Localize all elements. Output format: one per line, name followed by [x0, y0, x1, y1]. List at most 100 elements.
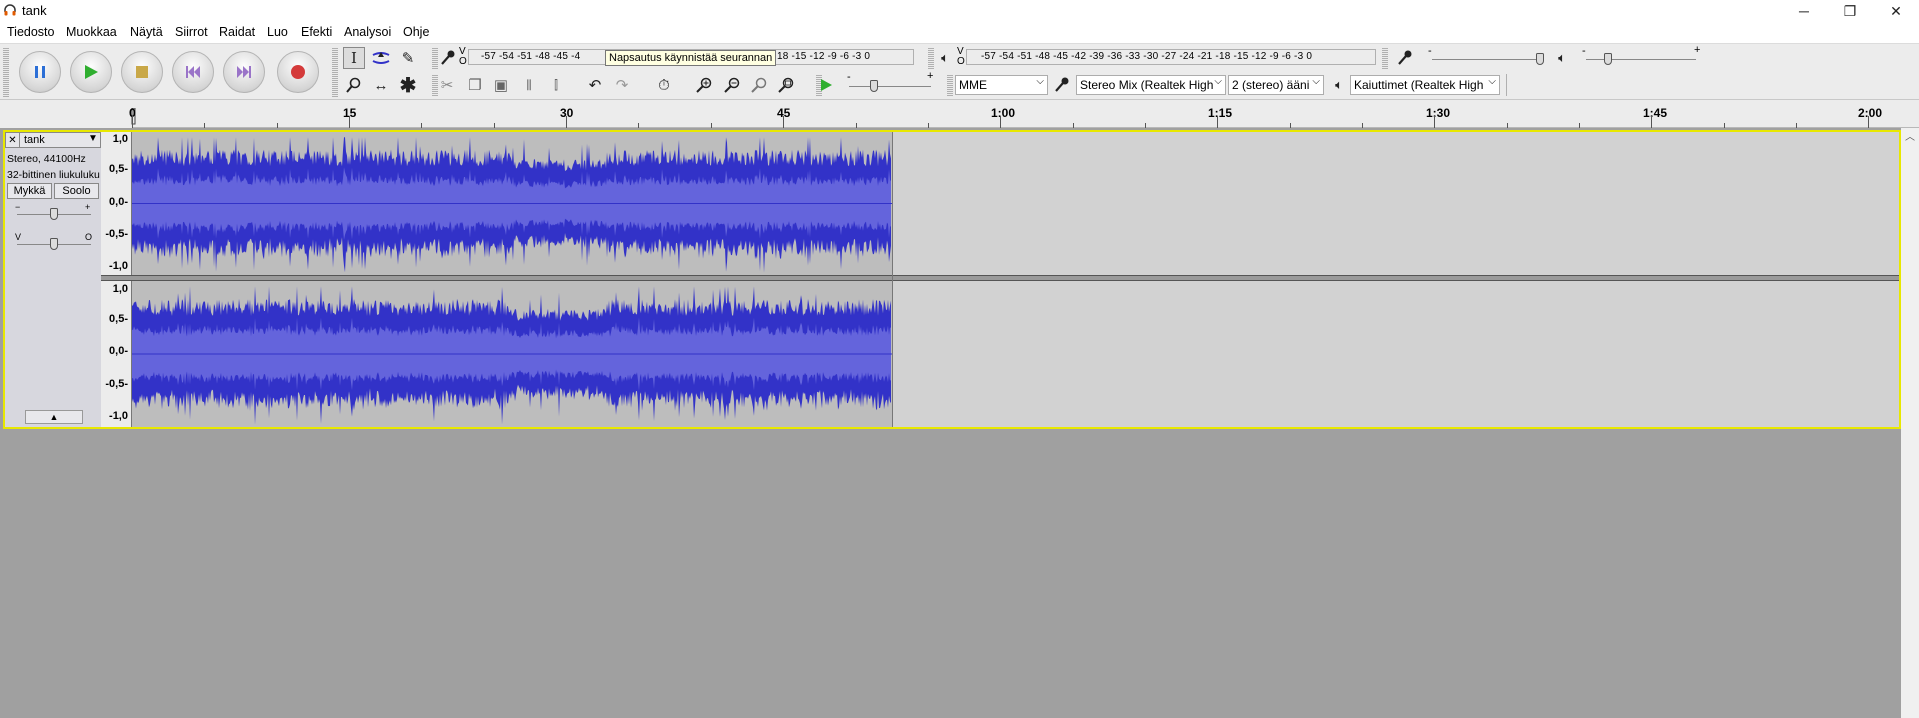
menu-transport[interactable]: Siirrot — [175, 25, 208, 39]
slider-thumb[interactable] — [1604, 53, 1612, 65]
slider-thumb[interactable] — [870, 80, 878, 92]
waveform-left-channel[interactable] — [132, 132, 892, 275]
draw-tool-button[interactable]: ✎ — [397, 47, 419, 69]
pause-button[interactable] — [19, 51, 61, 93]
menu-tracks[interactable]: Raidat — [219, 25, 255, 39]
time-shift-tool-button[interactable]: ↔ — [370, 74, 392, 96]
envelope-icon — [372, 52, 390, 64]
menu-file[interactable]: Tiedosto — [7, 25, 54, 39]
stop-button[interactable] — [121, 51, 163, 93]
slider-thumb[interactable] — [50, 238, 58, 250]
skip-start-icon — [186, 66, 200, 78]
close-icon: ✕ — [8, 134, 17, 146]
minimize-button[interactable]: ─ — [1781, 0, 1827, 22]
play-meter-button[interactable]: 🔈︎ — [934, 47, 956, 69]
track-name[interactable]: tank — [24, 134, 45, 146]
play-meter-channel-labels: VO — [957, 46, 965, 67]
toolbar-grip[interactable] — [1382, 47, 1388, 69]
track-menu-chevron-icon[interactable]: ▼ — [88, 133, 98, 144]
undo-button[interactable]: ↶ — [584, 74, 606, 96]
pan-right-label: O — [85, 232, 93, 242]
recording-volume-slider[interactable]: - — [1428, 45, 1548, 70]
vruler-label: 0,0- — [109, 196, 128, 208]
play-meter[interactable]: -57 -54 -51 -48 -45 -42 -39 -36 -33 -30 … — [966, 49, 1376, 65]
zoom-in-button[interactable] — [693, 74, 715, 96]
vertical-ruler-left-channel[interactable]: 1,0 0,5- 0,0- -0,5- -1,0 — [101, 132, 132, 275]
multi-tool-button[interactable]: ✱ — [397, 74, 419, 97]
play-button[interactable] — [70, 51, 112, 93]
ruler-tick — [856, 123, 857, 128]
ruler-tick — [421, 123, 422, 128]
trim-button[interactable]: ⫼ — [518, 74, 540, 96]
paste-button[interactable]: ▣ — [490, 74, 512, 96]
play-at-speed-button[interactable] — [815, 74, 837, 96]
redo-button[interactable]: ↷ — [611, 74, 633, 96]
slider-thumb[interactable] — [1536, 53, 1544, 65]
chevron-down-icon: ⌵ — [1214, 76, 1222, 87]
close-track-button[interactable]: ✕ — [6, 133, 20, 147]
ruler-tick — [1507, 123, 1508, 128]
menu-analyze[interactable]: Analysoi — [344, 25, 391, 39]
ruler-tick — [711, 123, 712, 128]
copy-button[interactable]: ❐ — [464, 74, 486, 96]
collapse-track-button[interactable]: ▲ — [25, 410, 83, 424]
slider-thumb[interactable] — [50, 208, 58, 220]
vertical-ruler-right-channel[interactable]: 1,0 0,5- 0,0- -0,5- -1,0 — [101, 281, 132, 427]
mute-button[interactable]: Mykkä — [7, 183, 52, 199]
ruler-tick — [1362, 123, 1363, 128]
recording-volume-min: - — [1428, 45, 1432, 57]
close-button[interactable]: ✕ — [1873, 0, 1919, 22]
ruler-tick — [1724, 123, 1725, 128]
playback-volume-min: - — [1582, 45, 1586, 57]
play-speed-slider[interactable]: - + — [845, 70, 935, 96]
menu-view[interactable]: Näytä — [130, 25, 163, 39]
fit-project-button[interactable] — [775, 74, 797, 96]
recording-device-select[interactable]: Stereo Mix (Realtek High ⌵ — [1076, 75, 1226, 95]
timeline-ruler[interactable]: 0 15 30 45 1:00 1:15 1:30 1:45 2:00 — [0, 100, 1919, 128]
silence-button[interactable]: ⫿ — [545, 74, 567, 96]
vruler-label: 1,0 — [112, 133, 128, 145]
menu-help[interactable]: Ohje — [403, 25, 429, 39]
envelope-tool-button[interactable] — [370, 47, 392, 69]
restore-button[interactable]: ❐ — [1827, 0, 1873, 22]
scroll-up-chevron-icon[interactable]: ︿ — [1905, 128, 1915, 143]
skip-to-start-button[interactable] — [172, 51, 214, 93]
solo-button[interactable]: Soolo — [54, 183, 99, 199]
menu-effect[interactable]: Efekti — [301, 25, 332, 39]
channels-select[interactable]: 2 (stereo) ääni ⌵ — [1228, 75, 1324, 95]
playback-device-icon: 🔈︎ — [1328, 74, 1350, 96]
toolbar-grip[interactable] — [947, 74, 953, 96]
vertical-scrollbar[interactable]: ︿ — [1901, 128, 1919, 718]
skip-to-end-button[interactable] — [223, 51, 265, 93]
menu-edit[interactable]: Muokkaa — [66, 25, 117, 39]
ruler-tick — [1145, 123, 1146, 128]
waveform-right-channel[interactable] — [132, 281, 892, 427]
microphone-icon — [1055, 77, 1069, 92]
double-arrow-icon: ↔ — [373, 76, 389, 94]
vruler-label: -1,0 — [109, 410, 128, 422]
playback-volume-slider[interactable]: - + — [1582, 44, 1700, 70]
cut-button[interactable]: ✂ — [436, 74, 458, 96]
selection-tool-button[interactable]: I — [343, 47, 365, 69]
recording-volume-icon-button — [1395, 47, 1417, 69]
gain-slider[interactable]: − + — [15, 202, 95, 220]
menu-generate[interactable]: Luo — [267, 25, 288, 39]
toolbar-grip[interactable] — [3, 47, 9, 97]
sync-lock-button[interactable]: ⏱ — [653, 74, 675, 96]
fit-selection-button[interactable] — [748, 74, 770, 96]
zoom-out-button[interactable] — [721, 74, 743, 96]
zoom-tool-button[interactable] — [343, 74, 365, 96]
speaker-icon: 🔈︎ — [941, 50, 949, 65]
pan-slider[interactable]: V O — [15, 232, 95, 250]
toolbar-grip[interactable] — [332, 47, 338, 97]
playback-device-select[interactable]: Kaiuttimet (Realtek High ⌵ — [1350, 75, 1500, 95]
ruler-tick — [566, 116, 567, 128]
record-meter-button[interactable] — [438, 47, 460, 69]
record-icon — [291, 65, 305, 79]
record-button[interactable] — [277, 51, 319, 93]
track-control-panel[interactable]: ✕ tank ▼ Stereo, 44100Hz 32-bittinen liu… — [5, 132, 101, 427]
host-select[interactable]: MME ⌵ — [955, 75, 1048, 95]
toolbar-area: I ✎ ↔ ✱ VO -57 -54 -51 -48 -45 -4 18 -15… — [0, 43, 1919, 100]
record-meter-channel-labels: VO — [459, 46, 467, 67]
playback-volume-icon: 🔈︎ — [1551, 47, 1573, 69]
